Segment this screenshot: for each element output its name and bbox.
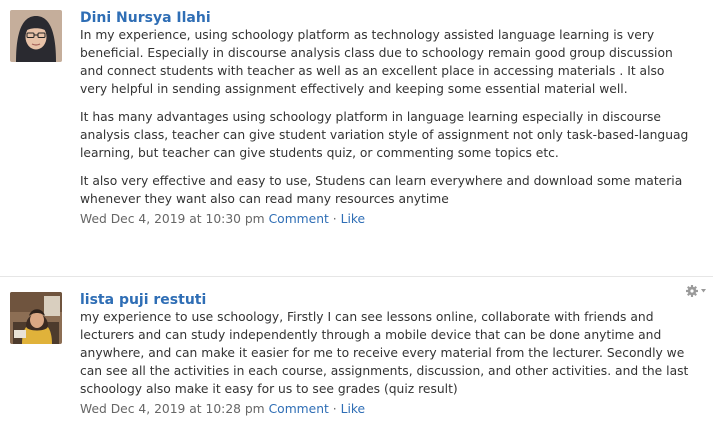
- text-line: analysis class, teacher can give student…: [80, 128, 689, 142]
- text-line: schoology also make it easy for us to se…: [80, 382, 458, 396]
- avatar-photo: [10, 292, 62, 344]
- text-line: learning, but teacher can give students …: [80, 146, 559, 160]
- comment-link[interactable]: Comment: [269, 402, 329, 416]
- avatar-photo: [10, 10, 62, 62]
- comment-paragraph: my experience to use schoology, Firstly …: [80, 308, 713, 398]
- comment-body: lista puji restuti my experience to use …: [80, 292, 713, 418]
- text-line: whenever they want also can read many re…: [80, 192, 449, 206]
- text-line: It also very effective and easy to use, …: [80, 174, 683, 188]
- comment-body: Dini Nursya Ilahi In my experience, usin…: [80, 10, 713, 228]
- comment-paragraph: It has many advantages using schoology p…: [80, 108, 713, 162]
- text-line: It has many advantages using schoology p…: [80, 110, 661, 124]
- comment-meta: Wed Dec 4, 2019 at 10:28 pm Comment · Li…: [80, 400, 713, 418]
- author-name-link[interactable]: Dini Nursya Ilahi: [80, 10, 713, 26]
- text-line: very helpful in sending assignment effec…: [80, 82, 628, 96]
- separator-dot: ·: [332, 212, 337, 226]
- comment-post: lista puji restuti my experience to use …: [0, 282, 713, 438]
- timestamp: Wed Dec 4, 2019 at 10:28 pm: [80, 402, 265, 416]
- avatar[interactable]: [10, 10, 62, 62]
- post-divider: [0, 276, 713, 277]
- avatar[interactable]: [10, 292, 62, 344]
- text-line: and connect students with teacher as wel…: [80, 64, 665, 78]
- like-link[interactable]: Like: [341, 212, 366, 226]
- text-line: my experience to use schoology, Firstly …: [80, 310, 654, 324]
- text-line: anywhere, and can make it easier for me …: [80, 346, 685, 360]
- text-line: lecturers and can study independently th…: [80, 328, 662, 342]
- comment-link[interactable]: Comment: [269, 212, 329, 226]
- comment-feed: Dini Nursya Ilahi In my experience, usin…: [0, 0, 713, 438]
- gear-icon[interactable]: [685, 284, 707, 298]
- comment-post: Dini Nursya Ilahi In my experience, usin…: [0, 0, 713, 276]
- comment-paragraph: It also very effective and easy to use, …: [80, 172, 713, 208]
- comment-paragraph: In my experience, using schoology platfo…: [80, 26, 713, 98]
- text-line: can see all the activities in each cours…: [80, 364, 689, 378]
- text-line: beneficial. Especially in discourse anal…: [80, 46, 673, 60]
- comment-meta: Wed Dec 4, 2019 at 10:30 pm Comment · Li…: [80, 210, 713, 228]
- text-line: In my experience, using schoology platfo…: [80, 28, 655, 42]
- author-name-link[interactable]: lista puji restuti: [80, 292, 713, 308]
- like-link[interactable]: Like: [341, 402, 366, 416]
- separator-dot: ·: [332, 402, 337, 416]
- timestamp: Wed Dec 4, 2019 at 10:30 pm: [80, 212, 265, 226]
